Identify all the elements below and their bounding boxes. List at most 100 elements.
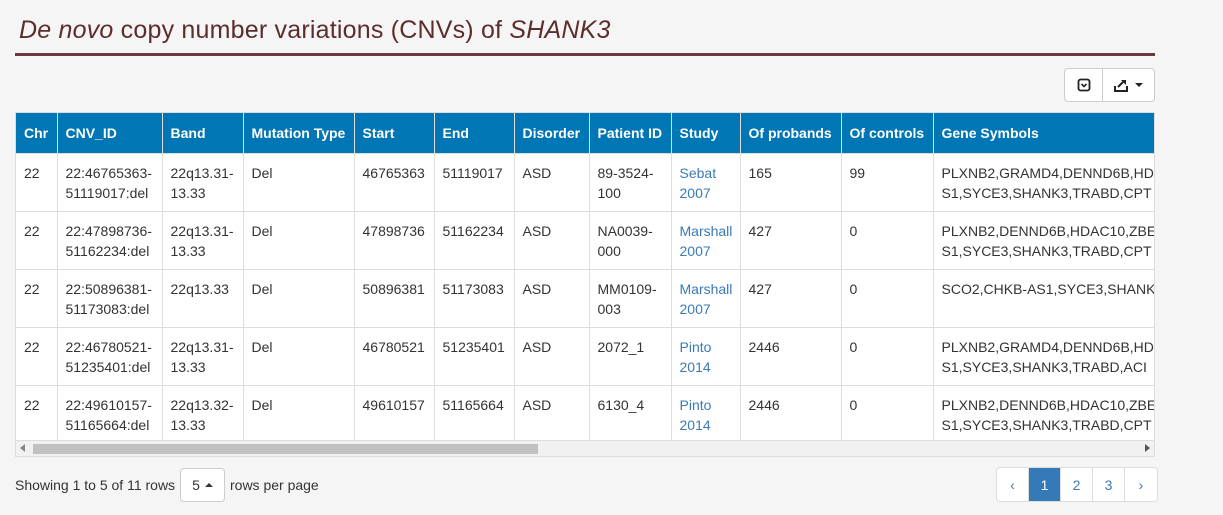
study-link[interactable]: Marshall 2007: [680, 223, 733, 259]
cell-patient-id: NA0039-000: [589, 211, 672, 270]
cell-study: Marshall 2007: [671, 211, 741, 270]
cell-study: Marshall 2007: [671, 269, 741, 328]
column-header-cnv-id[interactable]: CNV_ID: [57, 113, 163, 154]
column-header-chr[interactable]: Chr: [16, 113, 58, 154]
pagination-page-2[interactable]: 2: [1061, 468, 1093, 501]
rows-per-page-label: rows per page: [230, 477, 319, 493]
study-link[interactable]: Marshall 2007: [680, 281, 733, 317]
cell-cnv-id: 22:47898736-51162234:del: [57, 211, 163, 270]
table-row: 22 22:46780521-51235401:del 22q13.31-13.33…: [16, 327, 1154, 386]
column-header-mutation-type[interactable]: Mutation Type: [243, 113, 355, 154]
cell-chr: 22: [16, 269, 58, 328]
pagination-next-button[interactable]: ›: [1125, 468, 1157, 501]
cell-of-probands: 2446: [740, 385, 842, 443]
cell-mutation-type: Del: [243, 153, 355, 212]
column-header-end[interactable]: End: [434, 113, 515, 154]
table-header-row: Chr CNV_ID Band Mutation Type Start End Disord…: [16, 113, 1154, 154]
study-link[interactable]: Sebat 2007: [680, 165, 717, 201]
cell-band: 22q13.31-13.33: [162, 327, 244, 386]
column-header-start[interactable]: Start: [354, 113, 435, 154]
cnv-table: Chr CNV_ID Band Mutation Type Start End Disord…: [16, 113, 1154, 443]
pagination-page-3[interactable]: 3: [1093, 468, 1125, 501]
table-row: 22 22:49610157-51165664:del 22q13.32-13.33…: [16, 385, 1154, 443]
horizontal-scrollbar[interactable]: [16, 440, 1154, 456]
scroll-left-icon[interactable]: [20, 444, 25, 452]
table-row: 22 22:47898736-51162234:del 22q13.31-13.33…: [16, 211, 1154, 270]
table-row: 22 22:50896381-51173083:del 22q13.33 Del 508…: [16, 269, 1154, 328]
title-italic-de-novo: De novo: [19, 16, 114, 44]
column-header-study[interactable]: Study: [671, 113, 741, 154]
cell-mutation-type: Del: [243, 211, 355, 270]
cell-of-controls: 0: [841, 211, 934, 270]
cell-patient-id: MM0109-003: [589, 269, 672, 328]
export-icon: [1113, 80, 1128, 92]
cnv-table-container[interactable]: Chr CNV_ID Band Mutation Type Start End Disord…: [15, 112, 1155, 457]
cell-disorder: ASD: [514, 211, 590, 270]
cell-end: 51165664: [434, 385, 515, 443]
export-dropdown-button[interactable]: [1103, 69, 1154, 101]
table-body: 22 22:46765363-51119017:del 22q13.31-13.33…: [16, 153, 1154, 443]
column-header-of-controls[interactable]: Of controls: [841, 113, 934, 154]
cell-mutation-type: Del: [243, 385, 355, 443]
cell-of-controls: 99: [841, 153, 934, 212]
cell-of-probands: 427: [740, 211, 842, 270]
title-gene-name: SHANK3: [509, 16, 611, 44]
cell-start: 46780521: [354, 327, 435, 386]
column-header-band[interactable]: Band: [162, 113, 244, 154]
cell-start: 47898736: [354, 211, 435, 270]
page-size-dropdown[interactable]: 5: [180, 468, 225, 502]
cell-mutation-type: Del: [243, 269, 355, 328]
cell-gene-symbols: SCO2,CHKB-AS1,SYCE3,SHANK: [933, 269, 1154, 328]
cell-start: 49610157: [354, 385, 435, 443]
pagination-prev-button[interactable]: ‹: [997, 468, 1029, 501]
scrollbar-thumb[interactable]: [33, 444, 538, 454]
caret-up-icon: [204, 483, 213, 487]
cell-chr: 22: [16, 153, 58, 212]
column-header-of-probands[interactable]: Of probands: [740, 113, 842, 154]
page-title: De novo copy number variations (CNVs) of…: [19, 16, 611, 45]
cell-patient-id: 2072_1: [589, 327, 672, 386]
cell-gene-symbols: PLXNB2,GRAMD4,DENND6B,HDAS1,SYCE3,SHANK3…: [933, 153, 1154, 212]
cell-cnv-id: 22:46765363-51119017:del: [57, 153, 163, 212]
cell-band: 22q13.31-13.33: [162, 153, 244, 212]
cell-disorder: ASD: [514, 153, 590, 212]
title-middle: copy number variations (CNVs) of: [113, 16, 510, 44]
cell-of-controls: 0: [841, 269, 934, 328]
column-header-gene-symbols[interactable]: Gene Symbols: [933, 113, 1154, 154]
card-view-icon: [1077, 78, 1090, 92]
pagination-page-1[interactable]: 1: [1029, 468, 1061, 501]
cell-of-probands: 2446: [740, 327, 842, 386]
cell-chr: 22: [16, 327, 58, 386]
cell-start: 50896381: [354, 269, 435, 328]
table-toolbar: [1064, 68, 1155, 102]
scroll-right-icon[interactable]: [1145, 444, 1150, 452]
cell-study: Sebat 2007: [671, 153, 741, 212]
cell-gene-symbols: PLXNB2,GRAMD4,DENND6B,HDAS1,SYCE3,SHANK3…: [933, 327, 1154, 386]
cell-gene-symbols: PLXNB2,DENND6B,HDAC10,ZBEAS1,SYCE3,SHANK…: [933, 385, 1154, 443]
cell-disorder: ASD: [514, 269, 590, 328]
column-header-patient-id[interactable]: Patient ID: [589, 113, 672, 154]
cell-cnv-id: 22:49610157-51165664:del: [57, 385, 163, 443]
cell-chr: 22: [16, 385, 58, 443]
page-size-value: 5: [192, 477, 200, 493]
cell-start: 46765363: [354, 153, 435, 212]
cell-band: 22q13.31-13.33: [162, 211, 244, 270]
cell-study: Pinto 2014: [671, 385, 741, 443]
title-underline: [15, 53, 1155, 56]
caret-down-icon: [1134, 83, 1143, 87]
column-header-disorder[interactable]: Disorder: [514, 113, 590, 154]
cell-patient-id: 6130_4: [589, 385, 672, 443]
cell-end: 51235401: [434, 327, 515, 386]
cell-of-probands: 427: [740, 269, 842, 328]
cell-cnv-id: 22:50896381-51173083:del: [57, 269, 163, 328]
pagination-info: Showing 1 to 5 of 11 rows: [15, 477, 176, 493]
study-link[interactable]: Pinto 2014: [680, 339, 712, 375]
cell-study: Pinto 2014: [671, 327, 741, 386]
cell-of-controls: 0: [841, 385, 934, 443]
cell-of-controls: 0: [841, 327, 934, 386]
cell-patient-id: 89-3524-100: [589, 153, 672, 212]
cell-of-probands: 165: [740, 153, 842, 212]
toggle-view-button[interactable]: [1065, 69, 1104, 101]
study-link[interactable]: Pinto 2014: [680, 397, 712, 433]
cell-band: 22q13.33: [162, 269, 244, 328]
